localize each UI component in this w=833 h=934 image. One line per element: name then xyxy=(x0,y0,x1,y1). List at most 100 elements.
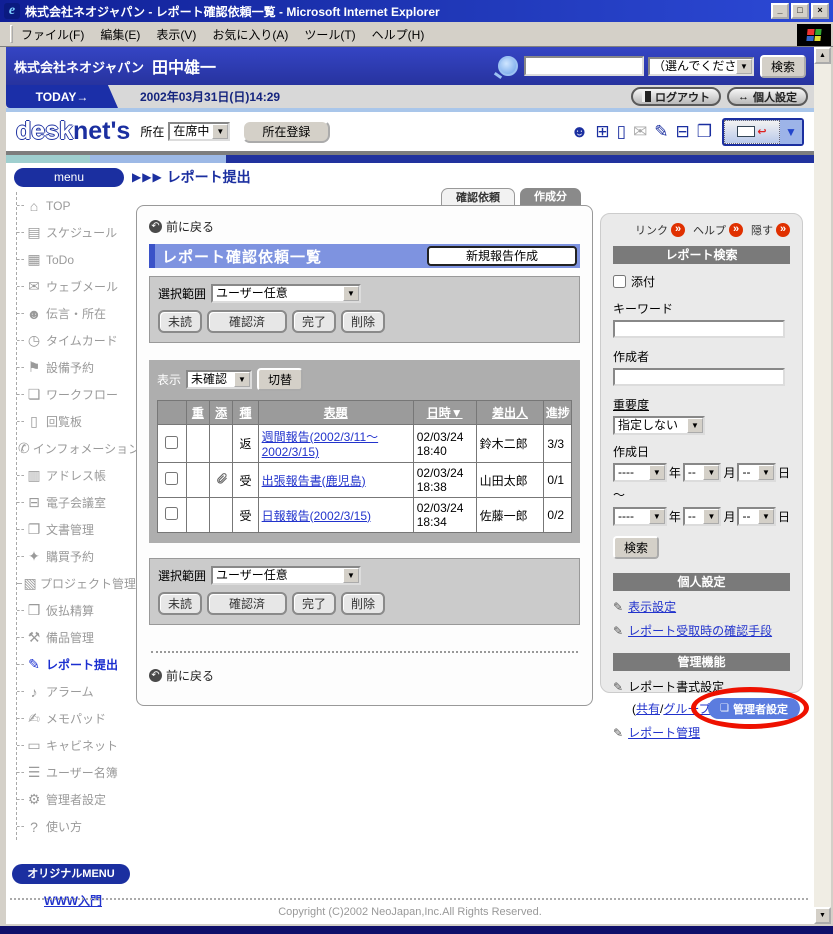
search-category-select[interactable]: （選んでください） ▼ xyxy=(648,57,754,76)
window-style-widget[interactable]: ↩ ▼ xyxy=(722,118,804,146)
presence-register-button[interactable]: 所在登録 xyxy=(242,120,330,143)
minimize-button[interactable]: _ xyxy=(771,3,789,19)
today-button[interactable]: TODAY→ xyxy=(6,85,118,108)
book-icon[interactable]: ❐ xyxy=(697,123,712,140)
personal-settings-button[interactable]: ↔ 個人設定 xyxy=(727,87,808,106)
shared-link[interactable]: 共有 xyxy=(636,702,660,716)
day-select[interactable]: --▼ xyxy=(737,463,776,482)
sidebar-item-expense[interactable]: ❒仮払精算 xyxy=(17,597,136,624)
report-icon[interactable]: ✎ xyxy=(654,123,668,140)
sidebar-item-webmail[interactable]: ✉ウェブメール xyxy=(17,273,136,300)
sidebar-item-document[interactable]: ❐文書管理 xyxy=(17,516,136,543)
range-select[interactable]: ユーザー任意 ▼ xyxy=(211,284,361,303)
menu-favorites[interactable]: お気に入り(A) xyxy=(212,26,288,43)
menu-edit[interactable]: 編集(E) xyxy=(100,26,140,43)
range-select[interactable]: ユーザー任意 ▼ xyxy=(211,566,361,585)
done-button[interactable]: 完了 xyxy=(292,310,336,333)
sidebar-item-circular[interactable]: ▯回覧板 xyxy=(17,408,136,435)
sidebar-item-purchase[interactable]: ✦購買予約 xyxy=(17,543,136,570)
back-link[interactable]: ↶ 前に戻る xyxy=(149,667,580,684)
priority-select[interactable]: 指定しない ▼ xyxy=(613,416,705,435)
window-style-dropdown[interactable]: ▼ xyxy=(780,120,802,144)
chevron-right-icon[interactable]: » xyxy=(671,223,685,237)
mail-icon[interactable]: ✉ xyxy=(633,123,647,140)
tab-confirm-request[interactable]: 確認依頼 xyxy=(441,188,515,206)
sidebar-item-howto[interactable]: ?使い方 xyxy=(17,813,136,840)
chevron-right-icon[interactable]: » xyxy=(729,223,743,237)
done-button[interactable]: 完了 xyxy=(292,592,336,615)
sidebar-item-report[interactable]: ✎レポート提出 xyxy=(17,651,136,678)
report-subject-link[interactable]: 日報報告(2002/3/15) xyxy=(262,509,371,523)
sidebar-item-conference[interactable]: ⊟電子会議室 xyxy=(17,489,136,516)
attach-checkbox[interactable] xyxy=(613,275,626,288)
sidebar-item-memopad[interactable]: ✍メモパッド xyxy=(17,705,136,732)
sidebar-item-todo[interactable]: ▦ToDo xyxy=(17,246,136,273)
admin-settings-button[interactable]: ❏ 管理者設定 xyxy=(708,698,800,719)
sidebar-item-cabinet[interactable]: ▭キャビネット xyxy=(17,732,136,759)
chevron-right-icon[interactable]: » xyxy=(776,223,790,237)
month-select[interactable]: --▼ xyxy=(683,463,722,482)
report-search-button[interactable]: 検索 xyxy=(613,536,659,559)
switch-button[interactable]: 切替 xyxy=(257,368,303,391)
person-icon[interactable]: ☻ xyxy=(571,123,589,140)
new-report-button[interactable]: 新規報告作成 xyxy=(427,246,577,266)
report-manage-link[interactable]: ✎ レポート管理 xyxy=(613,726,790,741)
sidebar-item-message[interactable]: ☻伝言・所在 xyxy=(17,300,136,327)
row-checkbox[interactable] xyxy=(165,507,178,520)
scroll-down-button[interactable]: ▼ xyxy=(814,907,831,924)
keyword-input[interactable] xyxy=(613,320,785,338)
hide-label[interactable]: 隠す xyxy=(751,222,773,238)
year-select[interactable]: ----▼ xyxy=(613,507,667,526)
maximize-button[interactable]: □ xyxy=(791,3,809,19)
col-attach[interactable]: 添 xyxy=(209,401,233,425)
header-search-button[interactable]: 検索 xyxy=(760,55,806,78)
month-select[interactable]: --▼ xyxy=(683,507,722,526)
table-icon[interactable]: ⊟ xyxy=(676,123,690,140)
menu-button[interactable]: menu xyxy=(14,168,124,187)
sidebar-item-top[interactable]: ⌂TOP xyxy=(17,192,136,219)
col-kind[interactable]: 種 xyxy=(233,401,258,425)
sidebar-item-addressbook[interactable]: ▥アドレス帳 xyxy=(17,462,136,489)
delete-button[interactable]: 削除 xyxy=(341,310,385,333)
sidebar-item-alarm[interactable]: ♪アラーム xyxy=(17,678,136,705)
menu-help[interactable]: ヘルプ(H) xyxy=(372,26,425,43)
sidebar-item-userlist[interactable]: ☰ユーザー名簿 xyxy=(17,759,136,786)
sidebar-item-timecard[interactable]: ◷タイムカード xyxy=(17,327,136,354)
sidebar-item-workflow[interactable]: ❏ワークフロー xyxy=(17,381,136,408)
author-input[interactable] xyxy=(613,368,785,386)
row-checkbox[interactable] xyxy=(165,472,178,485)
network-icon[interactable]: ⊞ xyxy=(595,123,609,140)
original-menu-button[interactable]: オリジナルMENU xyxy=(12,864,130,884)
presence-select[interactable]: 在席中 ▼ xyxy=(168,122,230,141)
sidebar-item-equipment[interactable]: ⚒備品管理 xyxy=(17,624,136,651)
sidebar-item-information[interactable]: ✆インフォメーション xyxy=(17,435,136,462)
display-settings-link[interactable]: ✎ 表示設定 xyxy=(613,600,790,615)
sidebar-item-adminsettings[interactable]: ⚙管理者設定 xyxy=(17,786,136,813)
display-select[interactable]: 未確認 ▼ xyxy=(186,370,252,389)
back-link[interactable]: ↶ 前に戻る xyxy=(149,218,580,235)
header-search-input[interactable] xyxy=(524,56,644,76)
group-link[interactable]: グループ xyxy=(663,702,710,716)
unread-button[interactable]: 未読 xyxy=(158,310,202,333)
help-label[interactable]: ヘルプ xyxy=(693,222,726,238)
col-sender[interactable]: 差出人 xyxy=(476,401,544,425)
col-important[interactable]: 重 xyxy=(186,401,209,425)
row-checkbox[interactable] xyxy=(165,436,178,449)
sidebar-item-schedule[interactable]: ▤スケジュール xyxy=(17,219,136,246)
receive-settings-link[interactable]: ✎ レポート受取時の確認手段 xyxy=(613,624,790,639)
menu-view[interactable]: 表示(V) xyxy=(156,26,196,43)
unread-button[interactable]: 未読 xyxy=(158,592,202,615)
mobile-icon[interactable]: ▯ xyxy=(617,123,626,140)
sidebar-item-facility[interactable]: ⚑設備予約 xyxy=(17,354,136,381)
confirmed-button[interactable]: 確認済 xyxy=(207,310,287,333)
close-button[interactable]: × xyxy=(811,3,829,19)
col-subject[interactable]: 表題 xyxy=(258,401,413,425)
report-subject-link[interactable]: 出張報告書(鹿児島) xyxy=(262,474,366,488)
vertical-scrollbar[interactable]: ▲ ▼ xyxy=(814,47,831,924)
year-select[interactable]: ----▼ xyxy=(613,463,667,482)
scroll-up-button[interactable]: ▲ xyxy=(814,47,831,64)
menu-tools[interactable]: ツール(T) xyxy=(304,26,355,43)
col-datetime[interactable]: 日時▼ xyxy=(413,401,476,425)
confirmed-button[interactable]: 確認済 xyxy=(207,592,287,615)
delete-button[interactable]: 削除 xyxy=(341,592,385,615)
